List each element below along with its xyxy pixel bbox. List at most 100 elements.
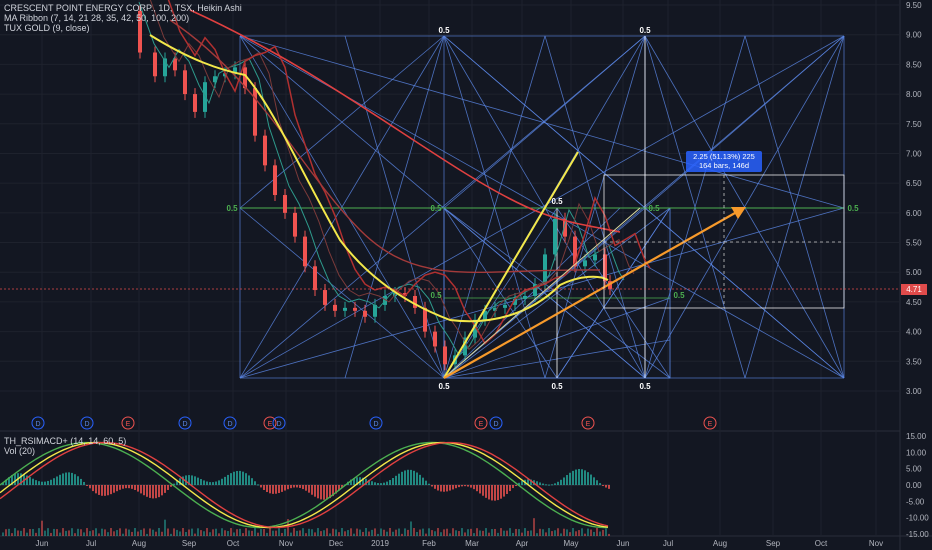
volume-bar (35, 532, 37, 536)
volume-bar (494, 528, 496, 536)
volume-bar (26, 532, 28, 536)
candle-body (443, 346, 447, 365)
volume-bar (266, 532, 268, 536)
volume-bar (290, 532, 292, 536)
macd-hist-bar (593, 477, 595, 485)
volume-bar (200, 530, 202, 536)
volume-bar (182, 528, 184, 536)
candle-body (193, 94, 197, 112)
macd-hist-bar (251, 478, 253, 485)
event-marker-label: D (373, 421, 378, 428)
volume-bar (68, 530, 70, 536)
event-marker-label: D (35, 421, 40, 428)
macd-hist-bar (266, 485, 268, 492)
volume-bar (428, 528, 430, 536)
macd-hist-bar (170, 485, 172, 487)
macd-hist-bar (515, 485, 517, 486)
macd-hist-bar (38, 481, 40, 485)
volume-bar (506, 530, 508, 536)
volume-bar (62, 528, 64, 536)
candle-body (343, 307, 347, 311)
chart-canvas[interactable]: 2.25 (51.13%) 225 164 bars, 146d 0.5 0.5… (0, 0, 932, 550)
vol-legend[interactable]: Vol (20) (4, 446, 39, 456)
macd-hist-bar (440, 485, 442, 492)
volume-bar (518, 529, 520, 536)
volume-bar (491, 529, 493, 536)
macd-hist-bar (374, 482, 376, 485)
macd-hist-bar (548, 484, 550, 486)
macd-hist-bar (542, 483, 544, 485)
macd-hist-bar (563, 477, 565, 485)
volume-bar (239, 528, 241, 536)
volume-bar (563, 528, 565, 536)
macd-hist-bar (284, 485, 286, 491)
macd-hist-bar (281, 485, 283, 492)
fib-label-right-mid-a: 0.5 (648, 204, 660, 213)
candle-body (293, 212, 297, 237)
macd-hist-bar (392, 477, 394, 485)
volume-bar (134, 528, 136, 536)
macd-hist-bar (326, 485, 328, 500)
volume-bar (176, 529, 178, 536)
macd-hist-bar (110, 485, 112, 495)
candle-body (333, 304, 337, 311)
event-marker-label: D (276, 421, 281, 428)
macd-hist-bar (122, 485, 124, 489)
event-marker-label: E (708, 421, 713, 428)
volume-bar (332, 528, 334, 536)
time-tick-label: Sep (182, 539, 197, 548)
macd-hist-bar (476, 485, 478, 492)
volume-bar (401, 533, 403, 536)
symbol-legend[interactable]: CRESCENT POINT ENERGY CORP., 1D, TSX, He… (4, 3, 246, 13)
volume-bar (599, 531, 601, 536)
macd-legend[interactable]: TH_RSIMACD+ (14, 14, 60, 5) (4, 436, 130, 446)
volume-bar (452, 528, 454, 536)
macd-hist-bar (605, 485, 607, 488)
macd-hist-bar (566, 475, 568, 485)
time-tick-label: Jun (617, 539, 630, 548)
ma-ribbon-legend[interactable]: MA Ribbon (7, 14, 21 28, 35, 42, 50, 100… (4, 13, 193, 23)
macd-hist-bar (224, 476, 226, 485)
volume-bar (404, 528, 406, 536)
event-marker-label: D (227, 421, 232, 428)
event-marker-label: E (586, 421, 591, 428)
current-price-value: 4.71 (906, 285, 922, 294)
fib-label-bottom-right: 0.5 (639, 382, 651, 391)
candle-body (413, 295, 417, 308)
volume-bar (251, 530, 253, 536)
volume-bar (377, 533, 379, 536)
macd-hist-bar (71, 472, 73, 485)
volume-bar (209, 532, 211, 536)
macd-hist-bar (236, 470, 238, 485)
volume-bar (380, 528, 382, 536)
volume-bar (398, 528, 400, 536)
volume-bar (179, 531, 181, 536)
measure-line1: 2.25 (51.13%) 225 (693, 152, 755, 161)
fib-label-center-mid: 0.5 (430, 204, 442, 213)
volume-bar (224, 530, 226, 536)
macd-hist-bar (434, 485, 436, 489)
volume-bar (92, 530, 94, 536)
macd-hist-bar (278, 485, 280, 494)
price-tick-label: 7.50 (906, 120, 922, 129)
tux-gold-legend[interactable]: TUX GOLD (9, close) (4, 23, 94, 33)
macd-tick-label: -15.00 (906, 530, 929, 539)
macd-hist-bar (221, 478, 223, 485)
volume-bar (521, 532, 523, 536)
volume-bar (455, 530, 457, 536)
time-tick-label: 2019 (371, 539, 389, 548)
macd-hist-bar (83, 481, 85, 485)
volume-bar (308, 528, 310, 536)
macd-hist-bar (161, 485, 163, 496)
volume-bar (188, 529, 190, 536)
time-tick-label: Aug (132, 539, 146, 548)
volume-bar (311, 529, 313, 536)
volume-bar (29, 529, 31, 536)
volume-bar (464, 532, 466, 536)
fib-label-top-right: 0.5 (639, 26, 651, 35)
macd-hist-bar (584, 470, 586, 485)
macd-hist-bar (554, 483, 556, 485)
candle-body (593, 254, 597, 261)
event-marker-label: E (126, 421, 131, 428)
macd-hist-bar (218, 480, 220, 485)
